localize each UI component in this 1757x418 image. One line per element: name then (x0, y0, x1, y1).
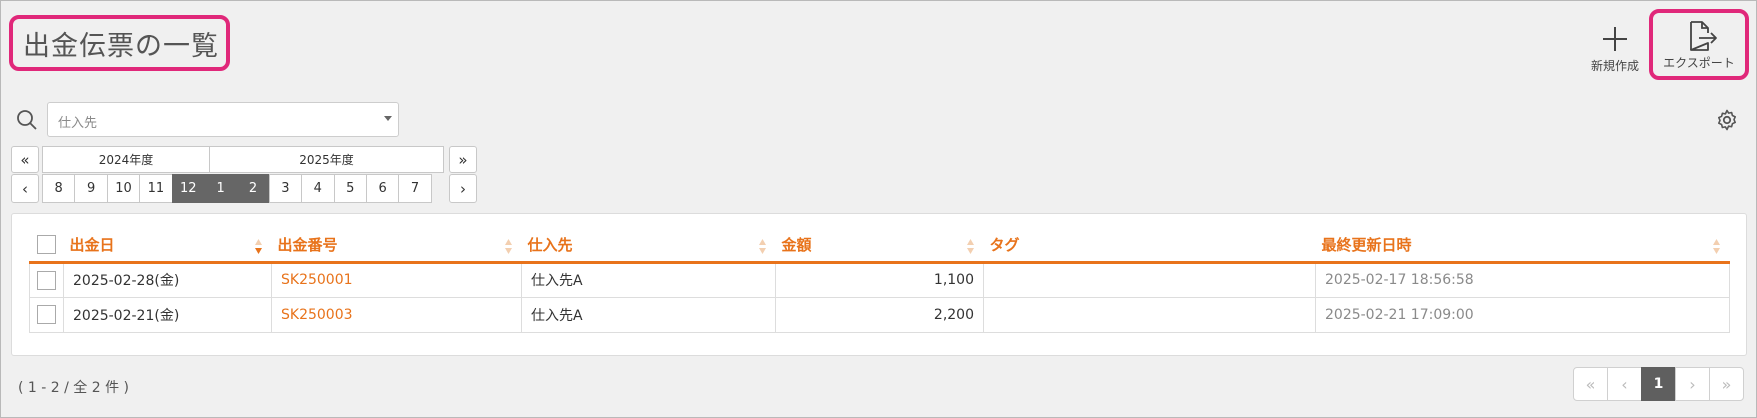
month-button[interactable]: 5 (333, 174, 367, 203)
next-page-button[interactable]: › (1675, 367, 1710, 401)
sort-icon (758, 239, 766, 254)
month-button[interactable]: 2 (236, 174, 270, 203)
column-header-supplier[interactable]: 仕入先 (521, 229, 776, 264)
column-header-label: 最終更新日時 (1321, 236, 1412, 255)
search-icon[interactable] (15, 108, 39, 132)
sort-icon (504, 239, 512, 254)
prev-month-button[interactable]: ‹ (11, 174, 39, 203)
fiscal-year-2024: 2024年度 (42, 146, 210, 173)
amount-cell: 2,200 (775, 296, 984, 333)
prev-year-button[interactable]: « (11, 146, 39, 173)
page-button-current[interactable]: 1 (1641, 367, 1676, 401)
gear-icon[interactable] (1715, 108, 1739, 132)
fiscal-year-2025: 2025年度 (209, 146, 444, 173)
column-header-label: 金額 (781, 236, 812, 255)
slip-number-link[interactable]: SK250003 (271, 296, 522, 333)
supplier-cell: 仕入先A (521, 296, 776, 333)
month-button[interactable]: 9 (74, 174, 108, 203)
table-header-row: 出金日 出金番号 仕入先 金額 タグ 最終更新日時 (29, 229, 1730, 264)
prev-page-button[interactable]: ‹ (1607, 367, 1642, 401)
last-page-button[interactable]: » (1709, 367, 1744, 401)
month-button[interactable]: 10 (106, 174, 141, 203)
fiscal-year-row: 2024年度 2025年度 (42, 146, 444, 173)
sort-icon (1712, 239, 1720, 254)
column-header-number[interactable]: 出金番号 (271, 229, 522, 264)
month-button[interactable]: 4 (301, 174, 335, 203)
slip-number-link[interactable]: SK250001 (271, 261, 522, 298)
column-header-updated[interactable]: 最終更新日時 (1315, 229, 1730, 264)
select-all-checkbox[interactable] (36, 235, 56, 255)
updated-cell: 2025-02-21 17:09:00 (1315, 296, 1730, 333)
month-button[interactable]: 3 (268, 174, 303, 203)
tag-cell (983, 261, 1316, 298)
results-panel: 出金日 出金番号 仕入先 金額 タグ 最終更新日時 2025-02-28(金) … (11, 213, 1747, 356)
new-button-label: 新規作成 (1590, 58, 1639, 73)
month-selector: 8 9 10 11 12 1 2 3 4 5 6 7 (42, 174, 432, 203)
export-button-label: エクスポート (1663, 56, 1735, 70)
month-button[interactable]: 12 (171, 174, 205, 203)
pagination: « ‹ 1 › » (1573, 367, 1744, 401)
column-header-amount[interactable]: 金額 (775, 229, 984, 264)
month-button[interactable]: 6 (365, 174, 400, 203)
month-button[interactable]: 11 (139, 174, 173, 203)
result-count: ( 1 - 2 / 全 2 件 ) (18, 380, 130, 396)
month-button[interactable]: 8 (42, 174, 76, 203)
row-checkbox[interactable] (37, 305, 56, 324)
amount-cell: 1,100 (775, 261, 984, 298)
export-file-icon (1679, 18, 1719, 54)
row-select-cell (29, 296, 64, 333)
row-checkbox[interactable] (37, 270, 56, 290)
chevron-down-icon (384, 116, 392, 121)
tag-cell (983, 296, 1316, 333)
column-header-label: 仕入先 (527, 236, 573, 255)
supplier-cell: 仕入先A (521, 261, 776, 298)
page-title: 出金伝票の一覧 (9, 15, 230, 71)
column-header-tag: タグ (983, 229, 1316, 264)
date-cell: 2025-02-28(金) (63, 261, 272, 298)
column-header-label: 出金番号 (277, 236, 338, 255)
payment-slip-table: 出金日 出金番号 仕入先 金額 タグ 最終更新日時 2025-02-28(金) … (29, 229, 1730, 333)
new-button[interactable]: 新規作成 (1584, 17, 1646, 77)
next-month-button[interactable]: › (449, 174, 477, 203)
export-button[interactable]: エクスポート (1649, 9, 1749, 80)
column-header-label: タグ (989, 236, 1020, 255)
table-row[interactable]: 2025-02-28(金) SK250001 仕入先A 1,100 2025-0… (29, 261, 1730, 298)
supplier-select-placeholder: 仕入先 (58, 116, 98, 131)
column-header-date[interactable]: 出金日 (63, 229, 272, 264)
plus-icon (1600, 21, 1630, 57)
month-button[interactable]: 1 (203, 174, 238, 203)
updated-cell: 2025-02-17 18:56:58 (1315, 261, 1730, 298)
date-cell: 2025-02-21(金) (63, 296, 272, 333)
supplier-select[interactable]: 仕入先 (47, 102, 399, 137)
select-all-header (29, 229, 64, 264)
column-header-label: 出金日 (69, 236, 115, 255)
row-select-cell (29, 261, 64, 298)
next-year-button[interactable]: » (449, 146, 477, 173)
sort-desc-icon (254, 239, 262, 254)
first-page-button[interactable]: « (1573, 367, 1608, 401)
table-row[interactable]: 2025-02-21(金) SK250003 仕入先A 2,200 2025-0… (29, 296, 1730, 333)
month-button[interactable]: 7 (398, 174, 432, 203)
sort-icon (966, 239, 974, 254)
page-title-text: 出金伝票の一覧 (23, 30, 219, 62)
